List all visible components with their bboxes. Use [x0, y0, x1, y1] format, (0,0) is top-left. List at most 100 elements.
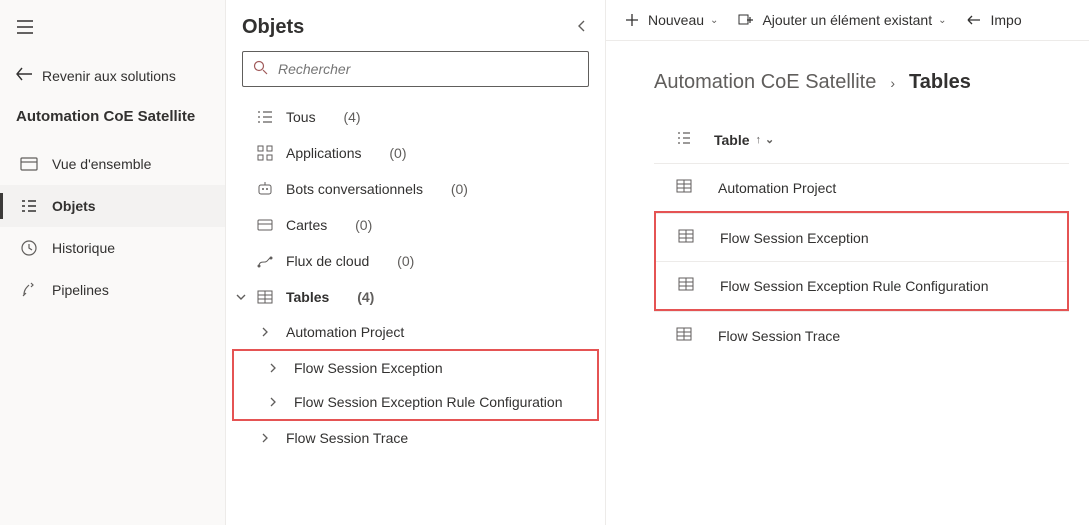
- chevron-right-icon: [260, 324, 272, 340]
- highlight-annotation: Flow Session Exception Flow Session Exce…: [232, 349, 599, 421]
- category-label: Tous: [286, 109, 316, 125]
- category-count: (0): [389, 145, 406, 161]
- chevron-down-icon: ⌄: [765, 133, 774, 146]
- solution-name: Automation CoE Satellite: [0, 94, 225, 143]
- nav-label: Historique: [52, 240, 115, 256]
- list-icon[interactable]: [676, 130, 692, 149]
- table-row[interactable]: Automation Project: [654, 163, 1069, 211]
- cmd-label: Ajouter un élément existant: [762, 12, 932, 28]
- add-existing-icon: [738, 12, 754, 28]
- chevron-down-icon: [234, 291, 248, 303]
- category-label: Applications: [286, 145, 362, 161]
- nav-history[interactable]: Historique: [0, 227, 225, 269]
- table-grid: Table ↑ ⌄ Automation Project Flow Sessio…: [606, 120, 1089, 359]
- table-item-flow-session-trace[interactable]: Flow Session Trace: [226, 421, 605, 455]
- row-label: Flow Session Trace: [718, 328, 840, 344]
- category-label: Cartes: [286, 217, 327, 233]
- menu-icon: [16, 23, 34, 39]
- breadcrumb-parent[interactable]: Automation CoE Satellite: [654, 71, 876, 94]
- category-count: (4): [343, 109, 360, 125]
- overview-icon: [20, 155, 38, 173]
- category-count: (0): [397, 253, 414, 269]
- new-button[interactable]: Nouveau ⌄: [624, 12, 718, 28]
- category-cloud-flows[interactable]: Flux de cloud (0): [226, 243, 605, 279]
- category-bots[interactable]: Bots conversationnels (0): [226, 171, 605, 207]
- object-category-list: Tous (4) Applications (0) Bots conversat…: [226, 99, 605, 455]
- table-item-label: Automation Project: [286, 324, 404, 340]
- arrow-up-icon: ↑: [756, 134, 762, 146]
- nav-pipelines[interactable]: Pipelines: [0, 269, 225, 311]
- search-input[interactable]: [278, 61, 578, 77]
- objects-icon: [20, 197, 38, 215]
- add-existing-button[interactable]: Ajouter un élément existant ⌄: [738, 12, 946, 28]
- card-icon: [256, 216, 274, 234]
- chevron-right-icon: [260, 430, 272, 446]
- history-icon: [20, 239, 38, 257]
- highlight-annotation: Flow Session Exception Flow Session Exce…: [654, 211, 1069, 311]
- chevron-right-icon: [268, 394, 280, 410]
- bot-icon: [256, 180, 274, 198]
- category-tables[interactable]: Tables (4): [226, 279, 605, 315]
- nav-label: Objets: [52, 198, 96, 214]
- chevron-down-icon: ⌄: [938, 15, 946, 26]
- objects-panel: Objets Tous (4) Applications (0) Bots co…: [226, 0, 606, 525]
- objects-panel-title: Objets: [242, 16, 304, 39]
- nav-overview[interactable]: Vue d'ensemble: [0, 143, 225, 185]
- flow-icon: [256, 252, 274, 270]
- pipelines-icon: [20, 281, 38, 299]
- table-item-automation-project[interactable]: Automation Project: [226, 315, 605, 349]
- table-icon: [676, 178, 692, 197]
- table-icon: [678, 276, 694, 295]
- collapse-panel-button[interactable]: [575, 19, 589, 36]
- nav-objects[interactable]: Objets: [0, 185, 225, 227]
- main-content: Nouveau ⌄ Ajouter un élément existant ⌄ …: [606, 0, 1089, 525]
- category-label: Tables: [286, 289, 329, 305]
- category-label: Bots conversationnels: [286, 181, 423, 197]
- search-icon: [253, 60, 268, 78]
- nav-label: Vue d'ensemble: [52, 156, 151, 172]
- back-to-solutions-link[interactable]: Revenir aux solutions: [0, 57, 225, 94]
- arrow-left-icon: [16, 67, 32, 84]
- category-label: Flux de cloud: [286, 253, 369, 269]
- plus-icon: [624, 12, 640, 28]
- table-item-label: Flow Session Exception: [294, 360, 443, 376]
- category-cards[interactable]: Cartes (0): [226, 207, 605, 243]
- left-navigation: Revenir aux solutions Automation CoE Sat…: [0, 0, 226, 525]
- list-all-icon: [256, 108, 274, 126]
- apps-icon: [256, 144, 274, 162]
- table-icon: [256, 288, 274, 306]
- row-label: Flow Session Exception Rule Configuratio…: [720, 278, 988, 294]
- table-item-flow-session-exception[interactable]: Flow Session Exception: [234, 351, 597, 385]
- back-label: Revenir aux solutions: [42, 68, 176, 84]
- search-input-wrapper[interactable]: [242, 51, 589, 87]
- category-apps[interactable]: Applications (0): [226, 135, 605, 171]
- table-row[interactable]: Flow Session Trace: [654, 311, 1069, 359]
- table-icon: [676, 326, 692, 345]
- category-count: (0): [451, 181, 468, 197]
- table-item-label: Flow Session Trace: [286, 430, 408, 446]
- table-item-flow-session-exception-rule[interactable]: Flow Session Exception Rule Configuratio…: [234, 385, 597, 419]
- chevron-left-icon: [575, 19, 589, 33]
- chevron-right-icon: ›: [890, 75, 895, 91]
- command-bar: Nouveau ⌄ Ajouter un élément existant ⌄ …: [606, 0, 1089, 41]
- hamburger-button[interactable]: [0, 8, 225, 49]
- breadcrumb-current: Tables: [909, 71, 971, 94]
- column-header-row: Table ↑ ⌄: [654, 120, 1069, 163]
- table-item-label: Flow Session Exception Rule Configuratio…: [294, 394, 562, 410]
- arrow-left-icon: [966, 12, 982, 28]
- breadcrumb: Automation CoE Satellite › Tables: [606, 41, 1089, 120]
- table-row[interactable]: Flow Session Exception: [656, 213, 1067, 261]
- import-button[interactable]: Impo: [966, 12, 1021, 28]
- column-header-table[interactable]: Table: [714, 132, 750, 148]
- table-icon: [678, 228, 694, 247]
- category-count: (4): [357, 289, 374, 305]
- table-row[interactable]: Flow Session Exception Rule Configuratio…: [656, 261, 1067, 309]
- row-label: Flow Session Exception: [720, 230, 869, 246]
- sort-indicator[interactable]: ↑ ⌄: [756, 133, 775, 146]
- category-count: (0): [355, 217, 372, 233]
- row-label: Automation Project: [718, 180, 836, 196]
- chevron-down-icon: ⌄: [710, 15, 718, 26]
- category-all[interactable]: Tous (4): [226, 99, 605, 135]
- cmd-label: Impo: [990, 12, 1021, 28]
- chevron-right-icon: [268, 360, 280, 376]
